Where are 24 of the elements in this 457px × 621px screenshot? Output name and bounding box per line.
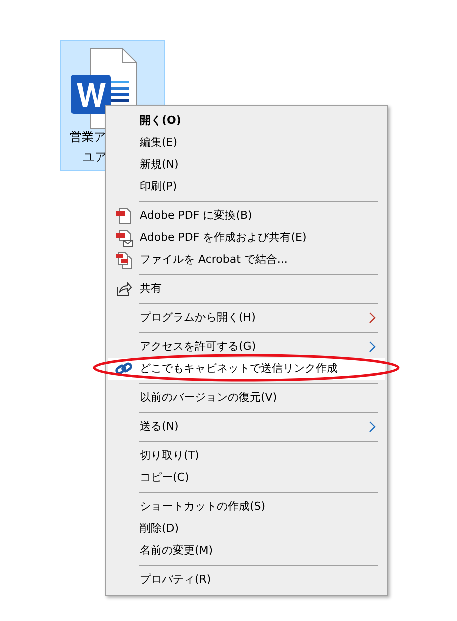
menu-item[interactable]: コピー(C) [108, 467, 385, 489]
file-name: 営業ア [70, 129, 106, 145]
menu-item[interactable]: 名前の変更(M) [108, 540, 385, 562]
menu-item[interactable]: Adobe PDF を作成および共有(E) [108, 227, 385, 249]
menu-item[interactable]: 開く(O) [108, 110, 385, 132]
pdf-document-icon [115, 207, 133, 225]
menu-item[interactable]: 送る(N) [108, 416, 385, 438]
pdf-envelope-icon [115, 229, 133, 247]
menu-item[interactable]: 削除(D) [108, 518, 385, 540]
menu-item[interactable]: アクセスを許可する(G) [108, 336, 385, 358]
menu-item[interactable]: Adobe PDF に変換(B) [108, 205, 385, 227]
menu-item[interactable]: 編集(E) [108, 132, 385, 154]
menu-item[interactable]: ショートカットの作成(S) [108, 496, 385, 518]
menu-item[interactable]: プログラムから開く(H) [108, 307, 385, 329]
share-icon [116, 281, 132, 297]
menu-item[interactable]: プロパティ(R) [108, 569, 385, 591]
menu-item[interactable]: 切り取り(T) [108, 445, 385, 467]
link-icon [115, 361, 133, 377]
menu-item[interactable]: 新規(N) [108, 154, 385, 176]
menu-item[interactable]: ファイルを Acrobat で結合... [108, 249, 385, 271]
menu-item[interactable]: 印刷(P) [108, 176, 385, 198]
pdf-documents-icon [115, 251, 133, 269]
menu-item[interactable]: 以前のバージョンの復元(V) [108, 387, 385, 409]
menu-item[interactable]: 共有 [108, 278, 385, 300]
